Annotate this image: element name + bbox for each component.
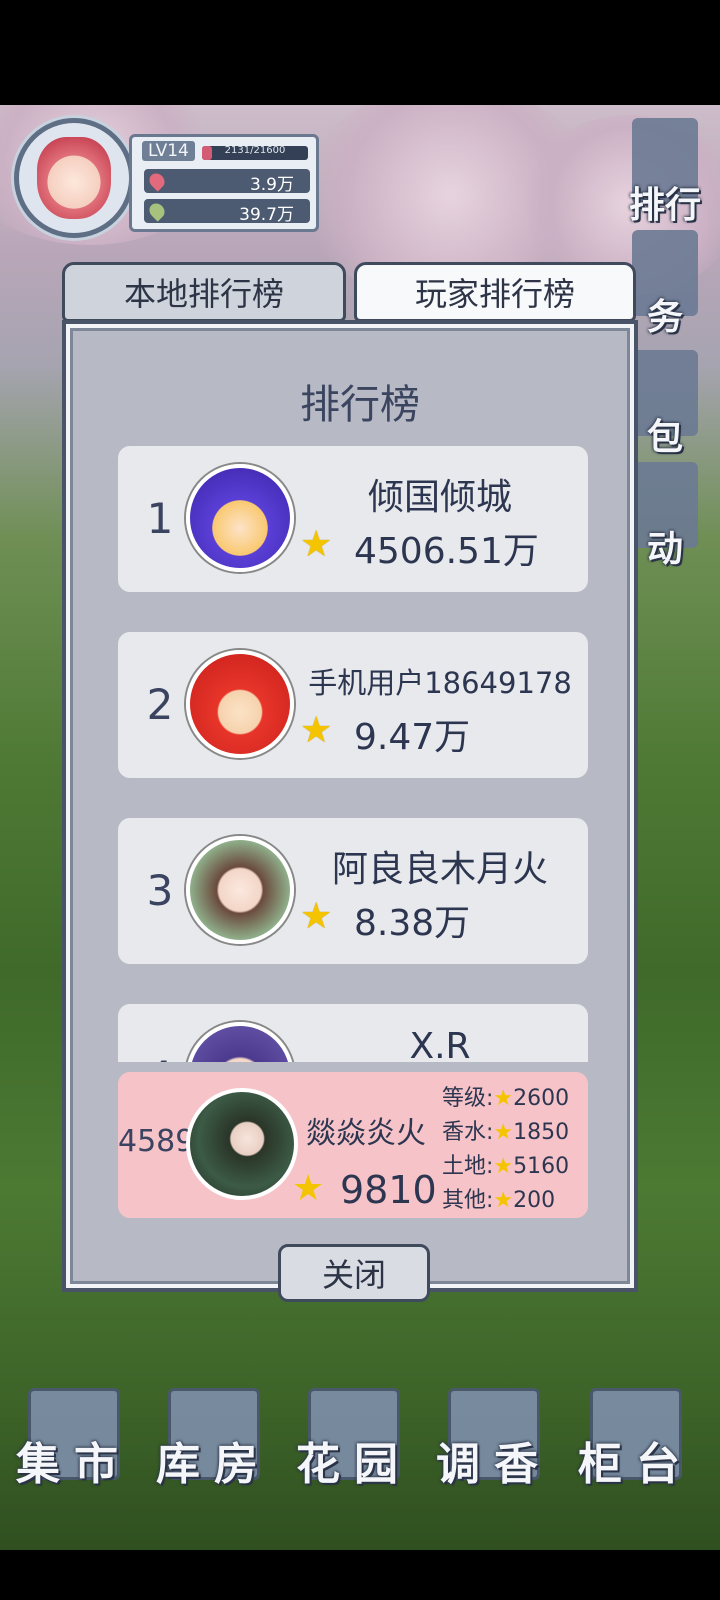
player-hud[interactable]: LV14 2131/21600 3.9万 39.7万 [14,118,319,238]
breakdown-land: 土地:★5160 [442,1154,570,1179]
rank-number: 1 [146,494,174,543]
player-name: 阿良良木月火 [331,849,548,890]
star-icon: ★ [493,1188,514,1213]
tab-local-ranking[interactable]: 本地排行榜 [62,262,346,322]
panel-title: 排行榜 [300,382,420,428]
player-score: ★ 8.38万 [300,896,471,944]
avatar [186,1022,294,1062]
player-score: ★ 4506.51万 [300,524,539,572]
nav-market[interactable]: 集市 [16,1388,126,1492]
my-rank-card[interactable]: 4589 燚焱炎火 ★ 9810 等级:★2600 香水:★1850 土地:★51… [118,1072,588,1218]
player-name: 倾国倾城 [367,477,512,518]
side-button-ranking[interactable]: 排行 [622,118,708,228]
breakdown-other: 其他:★200 [442,1188,556,1213]
player-level: LV14 [142,141,195,161]
exp-text: 2131/21600 [224,145,286,156]
rank-number: 3 [146,866,174,915]
leaderboard-row[interactable]: 4 X.R [118,1004,588,1062]
rank-number: 2 [146,680,174,729]
tab-player-ranking[interactable]: 玩家排行榜 [354,262,636,322]
player-score: ★ 9.47万 [300,710,471,758]
close-button[interactable]: 关闭 [278,1244,430,1302]
star-icon: ★ [292,1168,325,1209]
nav-garden[interactable]: 花园 [296,1388,406,1492]
star-icon: ★ [300,710,333,751]
player-stats: LV14 2131/21600 3.9万 39.7万 [129,134,319,232]
player-avatar[interactable] [14,118,134,238]
breakdown-perfume: 香水:★1850 [442,1120,570,1145]
leaderboard-list[interactable]: 1 倾国倾城 ★ 4506.51万 2 手机用户18649178 ★ 9.47万 3… [116,444,590,1062]
star-icon: ★ [493,1086,514,1111]
rank-number: 4 [140,1052,180,1062]
nav-counter[interactable]: 柜台 [578,1388,688,1492]
avatar [186,836,294,944]
score-breakdown: 等级:★2600 香水:★1850 土地:★5160 其他:★200 [442,1080,588,1216]
leaf-stat: 39.7万 [144,199,310,225]
star-icon: ★ [300,896,333,937]
my-avatar [186,1088,298,1200]
nav-perfume[interactable]: 调香 [436,1388,546,1492]
bottom-nav: 集市 库房 花园 调香 柜台 [0,1388,720,1498]
nav-warehouse[interactable]: 库房 [156,1388,266,1492]
star-icon: ★ [493,1120,514,1145]
star-icon: ★ [493,1154,514,1179]
leaf-icon [146,200,168,222]
star-icon: ★ [300,524,333,565]
my-rank: 4589 [118,1124,195,1159]
my-score: ★ 9810 [292,1168,437,1212]
avatar [186,650,294,758]
flower-icon [146,170,168,192]
breakdown-level: 等级:★2600 [442,1086,570,1111]
avatar [186,464,294,572]
leaderboard-row[interactable]: 1 倾国倾城 ★ 4506.51万 [118,446,588,592]
my-name: 燚焱炎火 [306,1116,426,1151]
player-name: 手机用户18649178 [308,666,572,700]
leaderboard-row[interactable]: 2 手机用户18649178 ★ 9.47万 [118,632,588,778]
player-name: X.R [409,1026,471,1062]
leaderboard-row[interactable]: 3 阿良良木月火 ★ 8.38万 [118,818,588,964]
flower-stat: 3.9万 [144,169,310,195]
